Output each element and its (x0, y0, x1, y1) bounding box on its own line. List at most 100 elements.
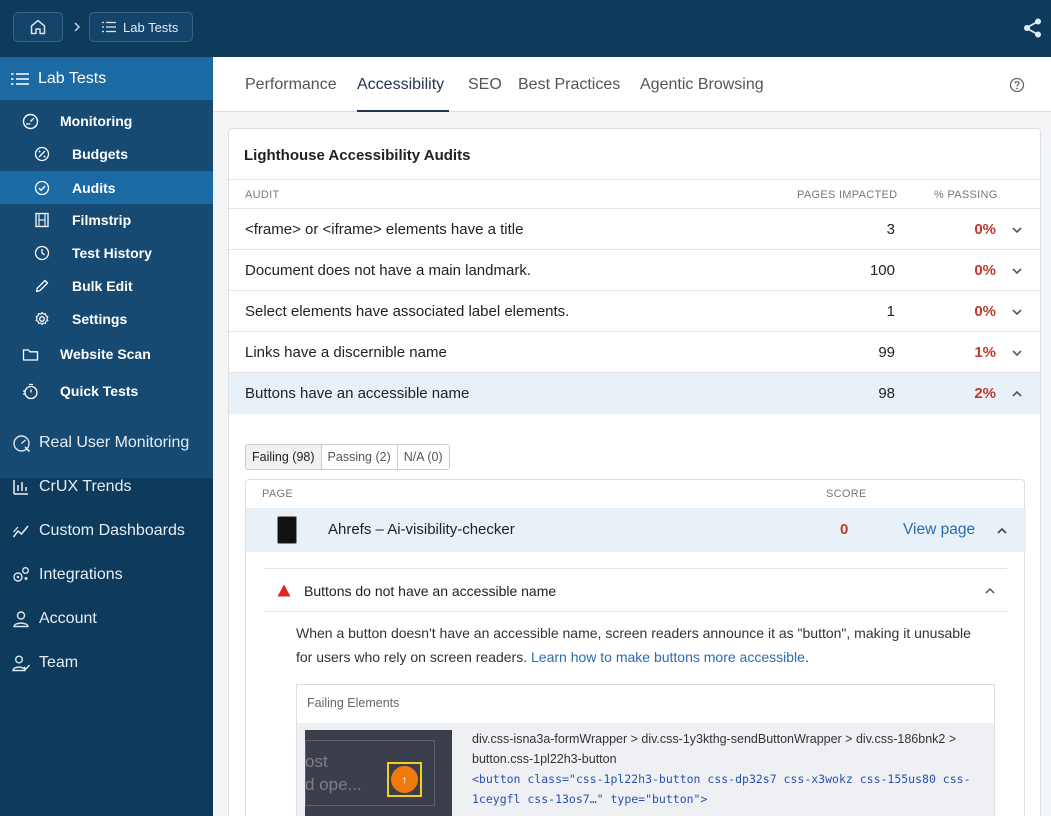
clock-icon (33, 244, 51, 262)
sidebar-header-lab-tests[interactable]: Lab Tests (0, 57, 213, 100)
audit-row[interactable]: Select elements have associated label el… (229, 291, 1040, 332)
sidebar-item-account[interactable]: Account (0, 607, 213, 631)
pages-table: PAGE SCORE Ahrefs – Ai-visibility-checke… (245, 479, 1026, 816)
col-pages-impacted[interactable]: PAGES IMPACTED (797, 189, 897, 201)
element-highlight: ↑ (387, 762, 422, 797)
audit-name: Links have a discernible name (245, 344, 447, 361)
element-selector: div.css-isna3a-formWrapper > div.css-1y3… (472, 732, 957, 766)
warning-icon (277, 584, 291, 597)
chevron-right-icon (72, 18, 82, 36)
gauge-icon (21, 112, 39, 130)
sidebar-item-budgets[interactable]: Budgets (0, 139, 213, 169)
list-icon (102, 21, 116, 33)
sidebar-item-integrations[interactable]: Integrations (0, 563, 213, 587)
sidebar-item-label: Audits (72, 179, 116, 196)
bar-chart-icon (11, 477, 31, 497)
audit-row[interactable]: Links have a discernible name 99 1% (229, 332, 1040, 373)
tab-best-practices[interactable]: Best Practices (518, 76, 620, 94)
audit-name: Document does not have a main landmark. (245, 262, 531, 279)
gear-icon (33, 310, 51, 328)
list-icon (11, 72, 29, 85)
chevron-down-icon[interactable] (1010, 346, 1024, 360)
issue-header[interactable]: Buttons do not have an accessible name (264, 568, 1007, 612)
main-content: Performance Accessibility SEO Best Pract… (213, 57, 1051, 816)
sidebar-item-crux-trends[interactable]: CrUX Trends (0, 475, 213, 499)
sidebar-item-label: Filmstrip (72, 212, 132, 228)
sidebar-item-label: Account (39, 610, 97, 627)
failing-elements-box: Failing Elements ost d ope... ↑ div.css-… (296, 684, 995, 816)
sidebar-item-website-scan[interactable]: Website Scan (0, 339, 213, 369)
failing-element-row: ost d ope... ↑ div.css-isna3a-formWrappe… (297, 723, 994, 816)
learn-more-link[interactable]: Learn how to make buttons more accessibl… (531, 649, 805, 665)
audit-passing: 1% (974, 344, 996, 361)
sidebar-item-bulk-edit[interactable]: Bulk Edit (0, 271, 213, 301)
sidebar-item-audits[interactable]: Audits (0, 171, 213, 204)
tab-failing[interactable]: Failing (98) (246, 445, 322, 469)
active-tab-indicator (357, 110, 449, 112)
audit-pages: 1 (886, 303, 895, 320)
sidebar-item-label: Bulk Edit (72, 278, 133, 294)
element-screenshot: ost d ope... ↑ (305, 730, 452, 816)
col-passing[interactable]: % PASSING (934, 189, 998, 201)
sidebar-header-label: Lab Tests (38, 69, 107, 87)
audit-row-expanded[interactable]: Buttons have an accessible name 98 2% (229, 373, 1040, 414)
chevron-down-icon[interactable] (1010, 305, 1024, 319)
sidebar-item-label: Budgets (72, 146, 128, 162)
screenshot-text: ost (305, 752, 328, 771)
sidebar-item-label: Custom Dashboards (39, 522, 185, 539)
result-filter-tabs: Failing (98) Passing (2) N/A (0) (245, 444, 450, 470)
sidebar-item-label: Integrations (39, 566, 123, 583)
arrow-up-icon: ↑ (391, 766, 418, 793)
audit-row[interactable]: Document does not have a main landmark. … (229, 250, 1040, 291)
integrations-icon (11, 565, 31, 585)
tab-agentic-browsing[interactable]: Agentic Browsing (640, 76, 764, 94)
sidebar-item-custom-dashboards[interactable]: Custom Dashboards (0, 519, 213, 543)
chevron-down-icon[interactable] (1010, 264, 1024, 278)
table-row[interactable]: Ahrefs – Ai-visibility-checker 0 View pa… (246, 508, 1026, 552)
sidebar-item-settings[interactable]: Settings (0, 304, 213, 334)
sidebar-item-team[interactable]: Team (0, 651, 213, 675)
tab-bar: Performance Accessibility SEO Best Pract… (213, 57, 1051, 112)
chevron-down-icon[interactable] (1010, 223, 1024, 237)
check-circle-icon (33, 179, 51, 197)
home-icon (30, 19, 46, 35)
breadcrumb-lab-tests[interactable]: Lab Tests (89, 12, 193, 42)
chevron-up-icon[interactable] (1010, 387, 1024, 401)
home-button[interactable] (13, 12, 63, 42)
tab-performance[interactable]: Performance (245, 76, 337, 94)
tab-na[interactable]: N/A (0) (397, 445, 449, 469)
chevron-up-icon[interactable] (984, 585, 996, 597)
tab-passing[interactable]: Passing (2) (321, 445, 398, 469)
folder-icon (21, 345, 39, 363)
col-score[interactable]: SCORE (826, 488, 867, 500)
failing-elements-title: Failing Elements (307, 696, 400, 710)
sidebar-item-filmstrip[interactable]: Filmstrip (0, 205, 213, 235)
tab-accessibility[interactable]: Accessibility (357, 76, 444, 94)
view-page-link[interactable]: View page (903, 521, 975, 539)
audit-passing: 0% (974, 303, 996, 320)
audit-passing: 2% (974, 385, 996, 402)
sidebar-item-label: Test History (72, 245, 152, 261)
audit-pages: 100 (869, 262, 895, 279)
audit-passing: 0% (974, 262, 996, 279)
pencil-icon (33, 277, 51, 295)
sidebar-item-real-user-monitoring[interactable]: Real User Monitoring (0, 431, 213, 455)
sidebar-item-test-history[interactable]: Test History (0, 238, 213, 268)
chevron-up-icon[interactable] (995, 524, 1009, 538)
share-icon[interactable] (1022, 17, 1044, 39)
audit-name: Select elements have associated label el… (245, 303, 570, 320)
page-score: 0 (840, 521, 849, 538)
audit-pages: 3 (886, 221, 895, 238)
audit-name: <frame> or <iframe> elements have a titl… (245, 221, 524, 238)
audit-row[interactable]: <frame> or <iframe> elements have a titl… (229, 209, 1040, 250)
sidebar-item-monitoring[interactable]: Monitoring (0, 106, 213, 136)
audits-card: Lighthouse Accessibility Audits AUDIT PA… (228, 128, 1041, 816)
table-header: AUDIT PAGES IMPACTED % PASSING (229, 179, 1040, 209)
help-icon[interactable] (1009, 77, 1025, 93)
sidebar-item-label: Quick Tests (60, 383, 139, 399)
team-icon (11, 653, 31, 673)
sidebar-item-quick-tests[interactable]: Quick Tests (0, 376, 213, 406)
user-icon (11, 609, 31, 629)
col-audit: AUDIT (245, 189, 280, 201)
tab-seo[interactable]: SEO (468, 76, 502, 94)
